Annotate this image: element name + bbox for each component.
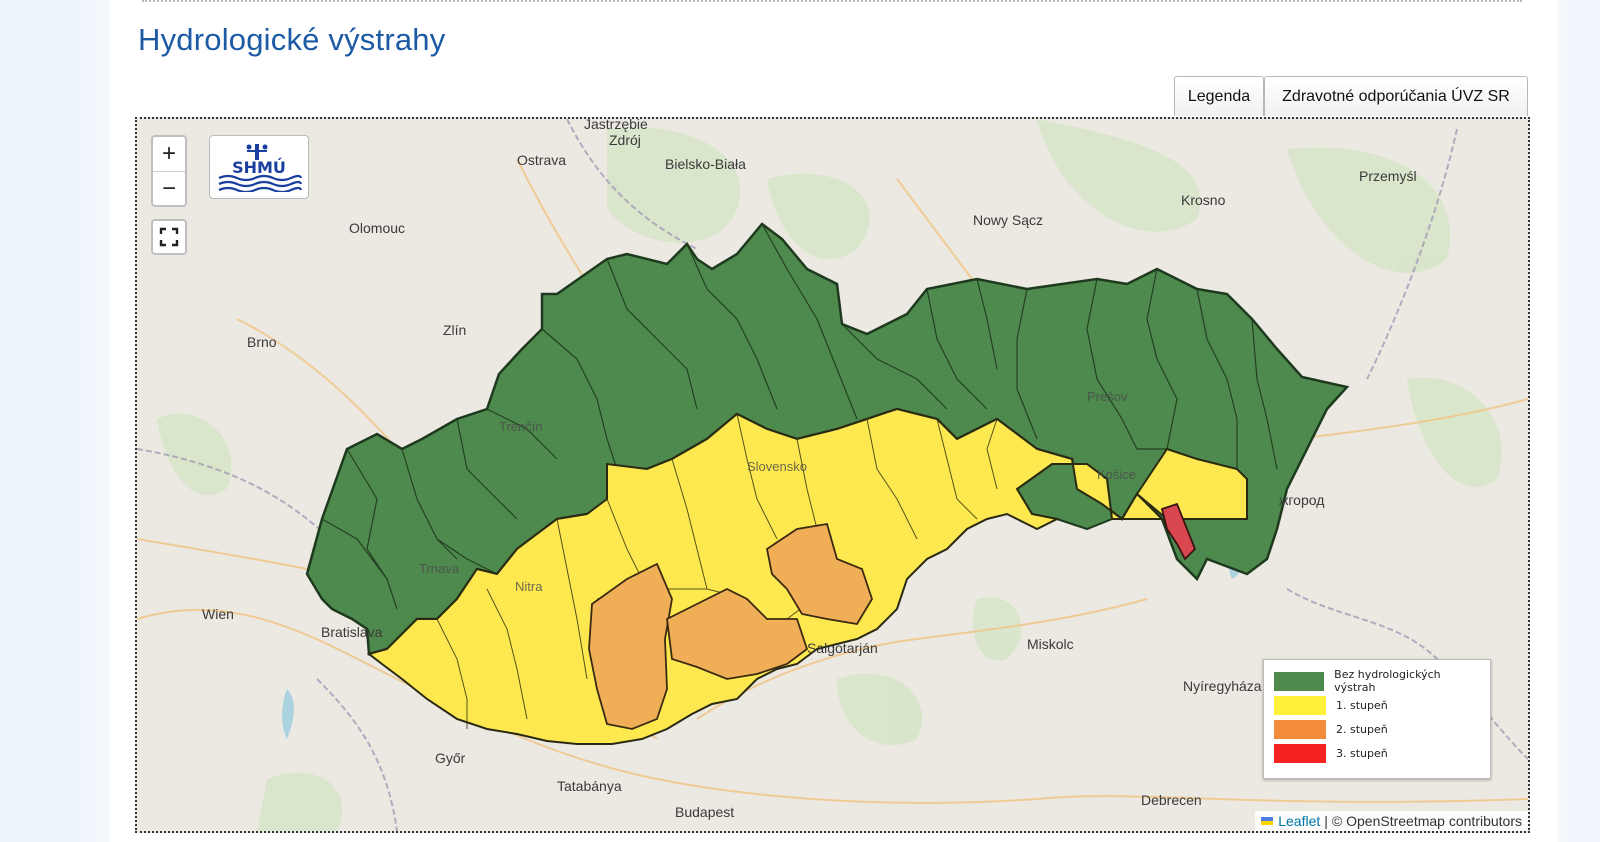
city-label: Košice (1097, 467, 1136, 482)
city-label: Nitra (515, 579, 543, 594)
zoom-out-button[interactable]: − (153, 171, 185, 205)
top-divider (142, 0, 1522, 2)
city-label: Győr (435, 750, 466, 766)
legend-swatch-level-1 (1274, 695, 1326, 715)
city-label: Ostrava (517, 152, 566, 168)
tab-legend[interactable]: Legenda (1174, 76, 1264, 116)
legend-label: 2. stupeň (1336, 722, 1388, 736)
city-label: Slovensko (747, 459, 807, 474)
city-label: Tatabánya (557, 778, 622, 794)
city-label: Wien (202, 606, 234, 622)
city-label: Budapest (675, 804, 734, 820)
city-label: Nowy Sącz (973, 212, 1043, 228)
zoom-control: + − (151, 135, 187, 207)
city-label: Olomouc (349, 220, 405, 236)
city-label: Prešov (1087, 389, 1128, 404)
legend-label: 3. stupeň (1336, 746, 1388, 760)
legend-item: 3. stupeň (1274, 741, 1480, 765)
city-label: Brno (247, 334, 277, 350)
city-label: Trenčín (499, 419, 543, 434)
shmu-logo-mark: SHMÚ (218, 144, 303, 192)
legend-swatch-level-3 (1274, 743, 1326, 763)
legend-label: 1. stupeň (1336, 698, 1388, 712)
city-label: Zdrój (609, 132, 641, 148)
legend-label: Bez hydrologických výstrah (1334, 668, 1441, 694)
leaflet-link[interactable]: Leaflet (1278, 813, 1320, 829)
city-label: Debrecen (1141, 792, 1202, 808)
attribution-separator: | (1324, 813, 1328, 829)
city-label: Trnava (419, 561, 460, 576)
city-label: Przemyśl (1359, 168, 1417, 184)
logo-text: SHMÚ (232, 158, 286, 177)
city-label: Zlín (443, 322, 466, 338)
ukraine-flag-icon (1261, 817, 1274, 825)
zoom-in-button[interactable]: + (153, 137, 185, 171)
legend-swatch-none (1274, 671, 1325, 691)
city-label: Krosno (1181, 192, 1226, 208)
page-background-strip (0, 0, 80, 842)
legend-swatch-level-2 (1274, 719, 1326, 739)
legend-item: 1. stupeň (1274, 693, 1480, 717)
map-attribution: Leaflet | © OpenStreetmap contributors (1255, 811, 1528, 831)
legend-item: 2. stupeň (1274, 717, 1480, 741)
page-title: Hydrologické výstrahy (138, 22, 446, 57)
city-label: Jastrzębie (584, 119, 648, 132)
osm-attribution[interactable]: © OpenStreetmap contributors (1332, 813, 1522, 829)
tab-health-recommendations[interactable]: Zdravotné odporúčania ÚVZ SR (1264, 76, 1528, 116)
map-legend: Bez hydrologických výstrah 1. stupeň 2. … (1263, 659, 1491, 779)
shmu-logo[interactable]: SHMÚ (209, 135, 309, 199)
fullscreen-button[interactable] (151, 219, 187, 255)
legend-item: Bez hydrologických výstrah (1274, 668, 1480, 694)
fullscreen-icon (159, 227, 179, 247)
city-label: Nyíregyháza (1183, 678, 1262, 694)
city-label: Miskolc (1027, 636, 1074, 652)
city-label: жгород (1279, 492, 1324, 508)
city-label: Bratislava (321, 624, 383, 640)
city-label: Bielsko-Biała (665, 156, 746, 172)
warning-map[interactable]: Jastrzębie Zdrój Ostrava Bielsko-Biała O… (135, 117, 1530, 833)
city-label: Salgótarján (807, 640, 878, 656)
